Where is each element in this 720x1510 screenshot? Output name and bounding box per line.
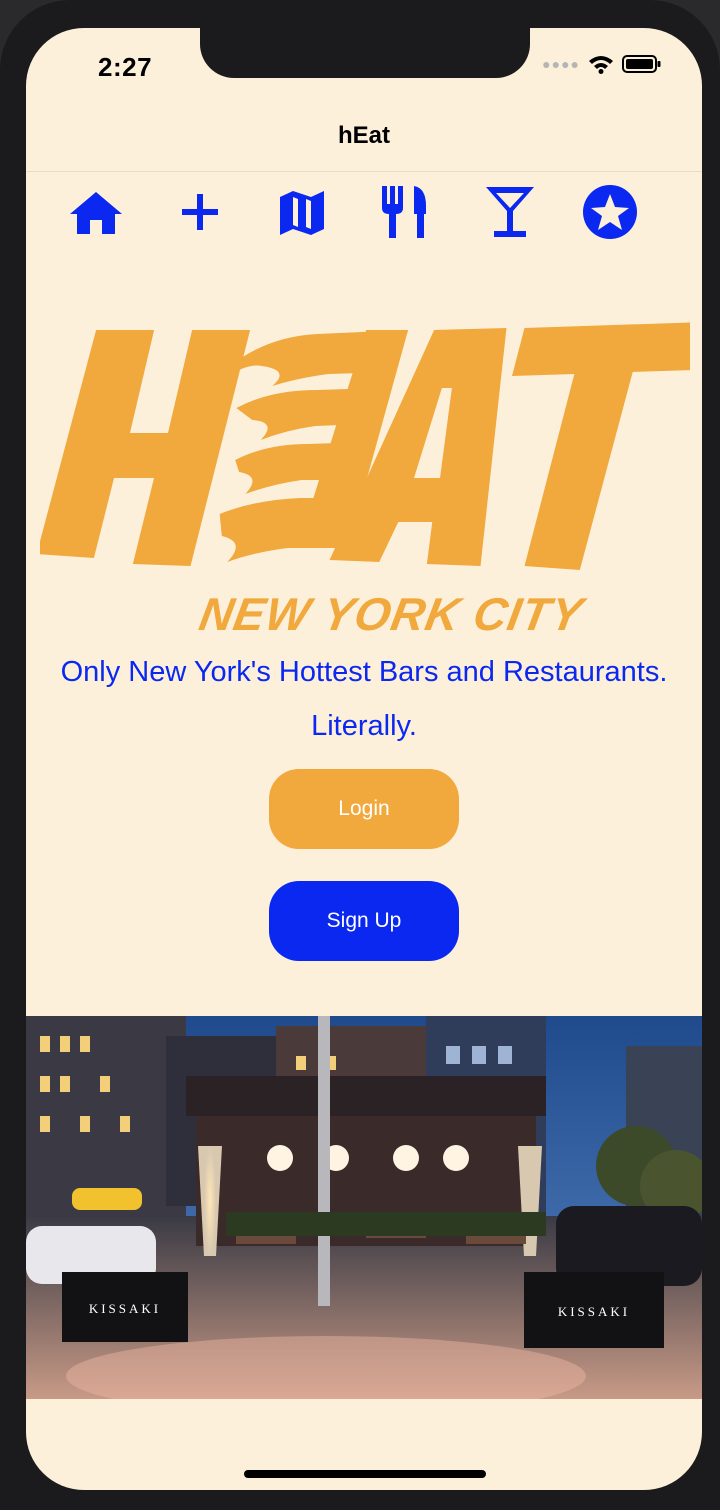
nav-divider (26, 171, 702, 172)
cocktail-icon (486, 187, 534, 237)
device-notch (200, 28, 530, 78)
status-icons: ●●●● (542, 54, 662, 74)
app-screen: 2:27 ●●●● hEat NEW YORK CITY Only New Yo… (26, 28, 702, 1490)
tagline-line-1: Only New York's Hottest Bars and Restaur… (60, 656, 668, 688)
tab-home[interactable] (64, 180, 128, 244)
tab-bar (26, 180, 702, 244)
home-icon (70, 192, 122, 234)
logo-subtitle: NEW YORK CITY (196, 588, 591, 638)
status-time: 2:27 (98, 52, 153, 82)
sign-right-text: KISSAKI (558, 1304, 630, 1319)
logo-letter-t (512, 322, 702, 570)
device-frame: 2:27 ●●●● hEat NEW YORK CITY Only New Yo… (0, 0, 720, 1510)
logo-letter-h (36, 330, 251, 566)
nav-title: hEat (337, 122, 390, 149)
tagline-line-2: Literally. (311, 710, 417, 742)
heat-logo: NEW YORK CITY (36, 308, 702, 640)
tab-favorites[interactable] (578, 180, 642, 244)
home-indicator[interactable] (244, 1470, 486, 1478)
wifi-icon (589, 56, 613, 74)
sign-left-text: KISSAKI (89, 1301, 161, 1316)
restaurant-photo: KISSAKI KISSAKI (26, 1016, 702, 1399)
star-icon (583, 185, 637, 239)
fork-knife-icon (382, 186, 426, 238)
battery-icon (622, 55, 661, 73)
plus-icon (182, 194, 218, 230)
cellular-signal-icon: ●●●● (542, 56, 580, 72)
tab-add[interactable] (168, 180, 232, 244)
map-icon (280, 191, 324, 235)
tab-map[interactable] (270, 180, 334, 244)
tab-bars[interactable] (478, 180, 542, 244)
tab-restaurants[interactable] (372, 180, 436, 244)
login-button[interactable]: Login (269, 769, 459, 849)
sign-up-button[interactable]: Sign Up (269, 881, 459, 961)
